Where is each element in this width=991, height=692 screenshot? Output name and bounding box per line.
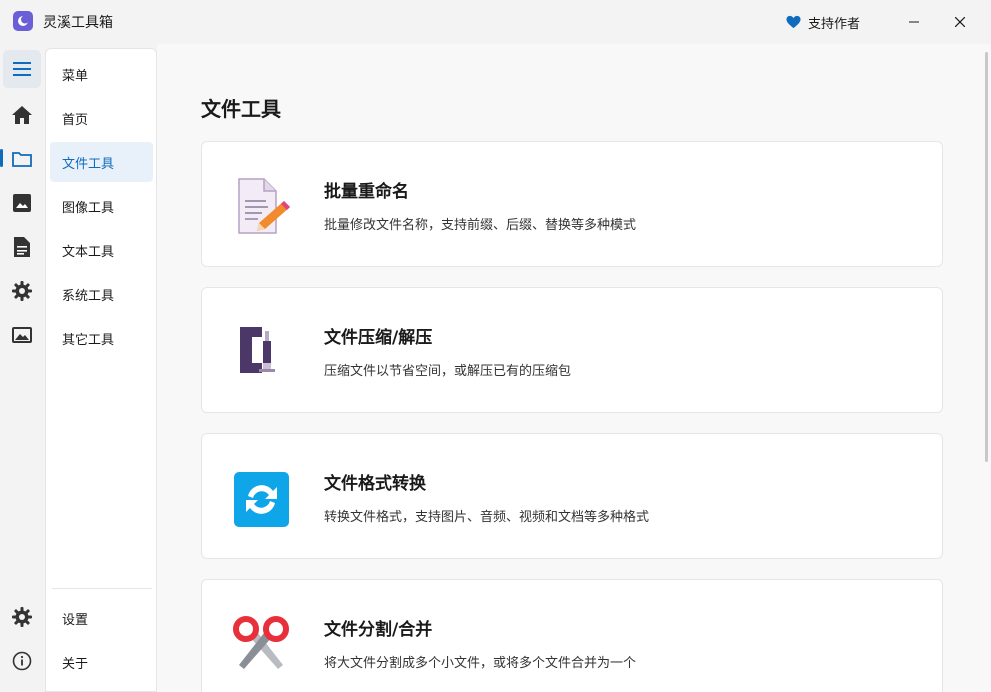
nav-item-home[interactable]: 首页 xyxy=(50,98,153,138)
rail-home-button[interactable] xyxy=(3,96,41,134)
document-icon xyxy=(14,237,30,257)
support-author-label: 支持作者 xyxy=(808,16,861,32)
support-author-button[interactable]: 支持作者 xyxy=(786,11,860,33)
tool-card-compress[interactable]: 文件压缩/解压 压缩文件以节省空间，或解压已有的压缩包 xyxy=(201,287,943,413)
settings-gear-icon xyxy=(12,607,32,627)
menu-icon xyxy=(13,62,31,76)
nav-menu-header: 菜单 xyxy=(62,68,89,84)
scissors-icon xyxy=(232,615,292,675)
nav-item-other-tools[interactable]: 其它工具 xyxy=(50,318,153,358)
minimize-button[interactable] xyxy=(891,0,937,44)
icon-rail xyxy=(0,44,45,692)
nav-item-settings[interactable]: 设置 xyxy=(50,598,153,638)
card-description: 批量修改文件名称，支持前缀、后缀、替换等多种模式 xyxy=(324,218,637,233)
close-button[interactable] xyxy=(937,0,983,44)
card-description: 转换文件格式，支持图片、音频、视频和文档等多种格式 xyxy=(324,510,650,525)
rail-text-tools-button[interactable] xyxy=(3,228,41,266)
card-title: 文件分割/合并 xyxy=(324,620,433,640)
close-icon xyxy=(955,17,965,27)
menu-toggle-button[interactable] xyxy=(3,50,41,88)
heart-icon xyxy=(786,15,801,29)
nav-item-system-tools[interactable]: 系统工具 xyxy=(50,274,153,314)
clamp-icon xyxy=(232,323,292,383)
gear-icon xyxy=(12,281,32,301)
nav-item-about[interactable]: 关于 xyxy=(50,642,153,682)
rail-other-tools-button[interactable] xyxy=(3,316,41,354)
rail-system-tools-button[interactable] xyxy=(3,272,41,310)
rail-image-tools-button[interactable] xyxy=(3,184,41,222)
card-title: 文件格式转换 xyxy=(324,474,426,494)
nav-item-image-tools[interactable]: 图像工具 xyxy=(50,186,153,226)
title-bar: 灵溪工具箱 支持作者 xyxy=(0,0,991,44)
app-logo-icon xyxy=(13,11,33,31)
main-content: 文件工具 批量重命名 批量修改文件名称，支持前缀、后缀、替换等多种模式 文件压缩… xyxy=(157,44,991,692)
card-description: 将大文件分割成多个小文件，或将多个文件合并为一个 xyxy=(324,656,637,671)
picture-icon xyxy=(12,327,32,343)
tool-card-batch-rename[interactable]: 批量重命名 批量修改文件名称，支持前缀、后缀、替换等多种模式 xyxy=(201,141,943,267)
rail-settings-button[interactable] xyxy=(3,598,41,636)
tool-card-split-merge[interactable]: 文件分割/合并 将大文件分割成多个小文件，或将多个文件合并为一个 xyxy=(201,579,943,692)
rename-document-icon xyxy=(232,177,292,237)
vertical-scrollbar[interactable] xyxy=(985,52,988,462)
nav-item-text-tools[interactable]: 文本工具 xyxy=(50,230,153,270)
rail-file-tools-button[interactable] xyxy=(3,140,41,178)
image-icon xyxy=(13,194,31,212)
convert-icon xyxy=(232,469,292,529)
card-title: 文件压缩/解压 xyxy=(324,328,433,348)
folder-icon xyxy=(12,152,32,167)
card-title: 批量重命名 xyxy=(324,182,409,202)
nav-item-file-tools[interactable]: 文件工具 xyxy=(50,142,153,182)
info-icon xyxy=(12,651,32,671)
app-title: 灵溪工具箱 xyxy=(43,15,113,31)
home-icon xyxy=(12,106,32,124)
nav-panel: 菜单 首页 文件工具 图像工具 文本工具 系统工具 其它工具 设置 关于 xyxy=(45,48,157,692)
minimize-icon xyxy=(909,21,919,23)
page-title: 文件工具 xyxy=(201,97,281,121)
nav-divider xyxy=(52,588,152,589)
card-description: 压缩文件以节省空间，或解压已有的压缩包 xyxy=(324,364,572,379)
rail-about-button[interactable] xyxy=(3,642,41,680)
tool-card-format-convert[interactable]: 文件格式转换 转换文件格式，支持图片、音频、视频和文档等多种格式 xyxy=(201,433,943,559)
